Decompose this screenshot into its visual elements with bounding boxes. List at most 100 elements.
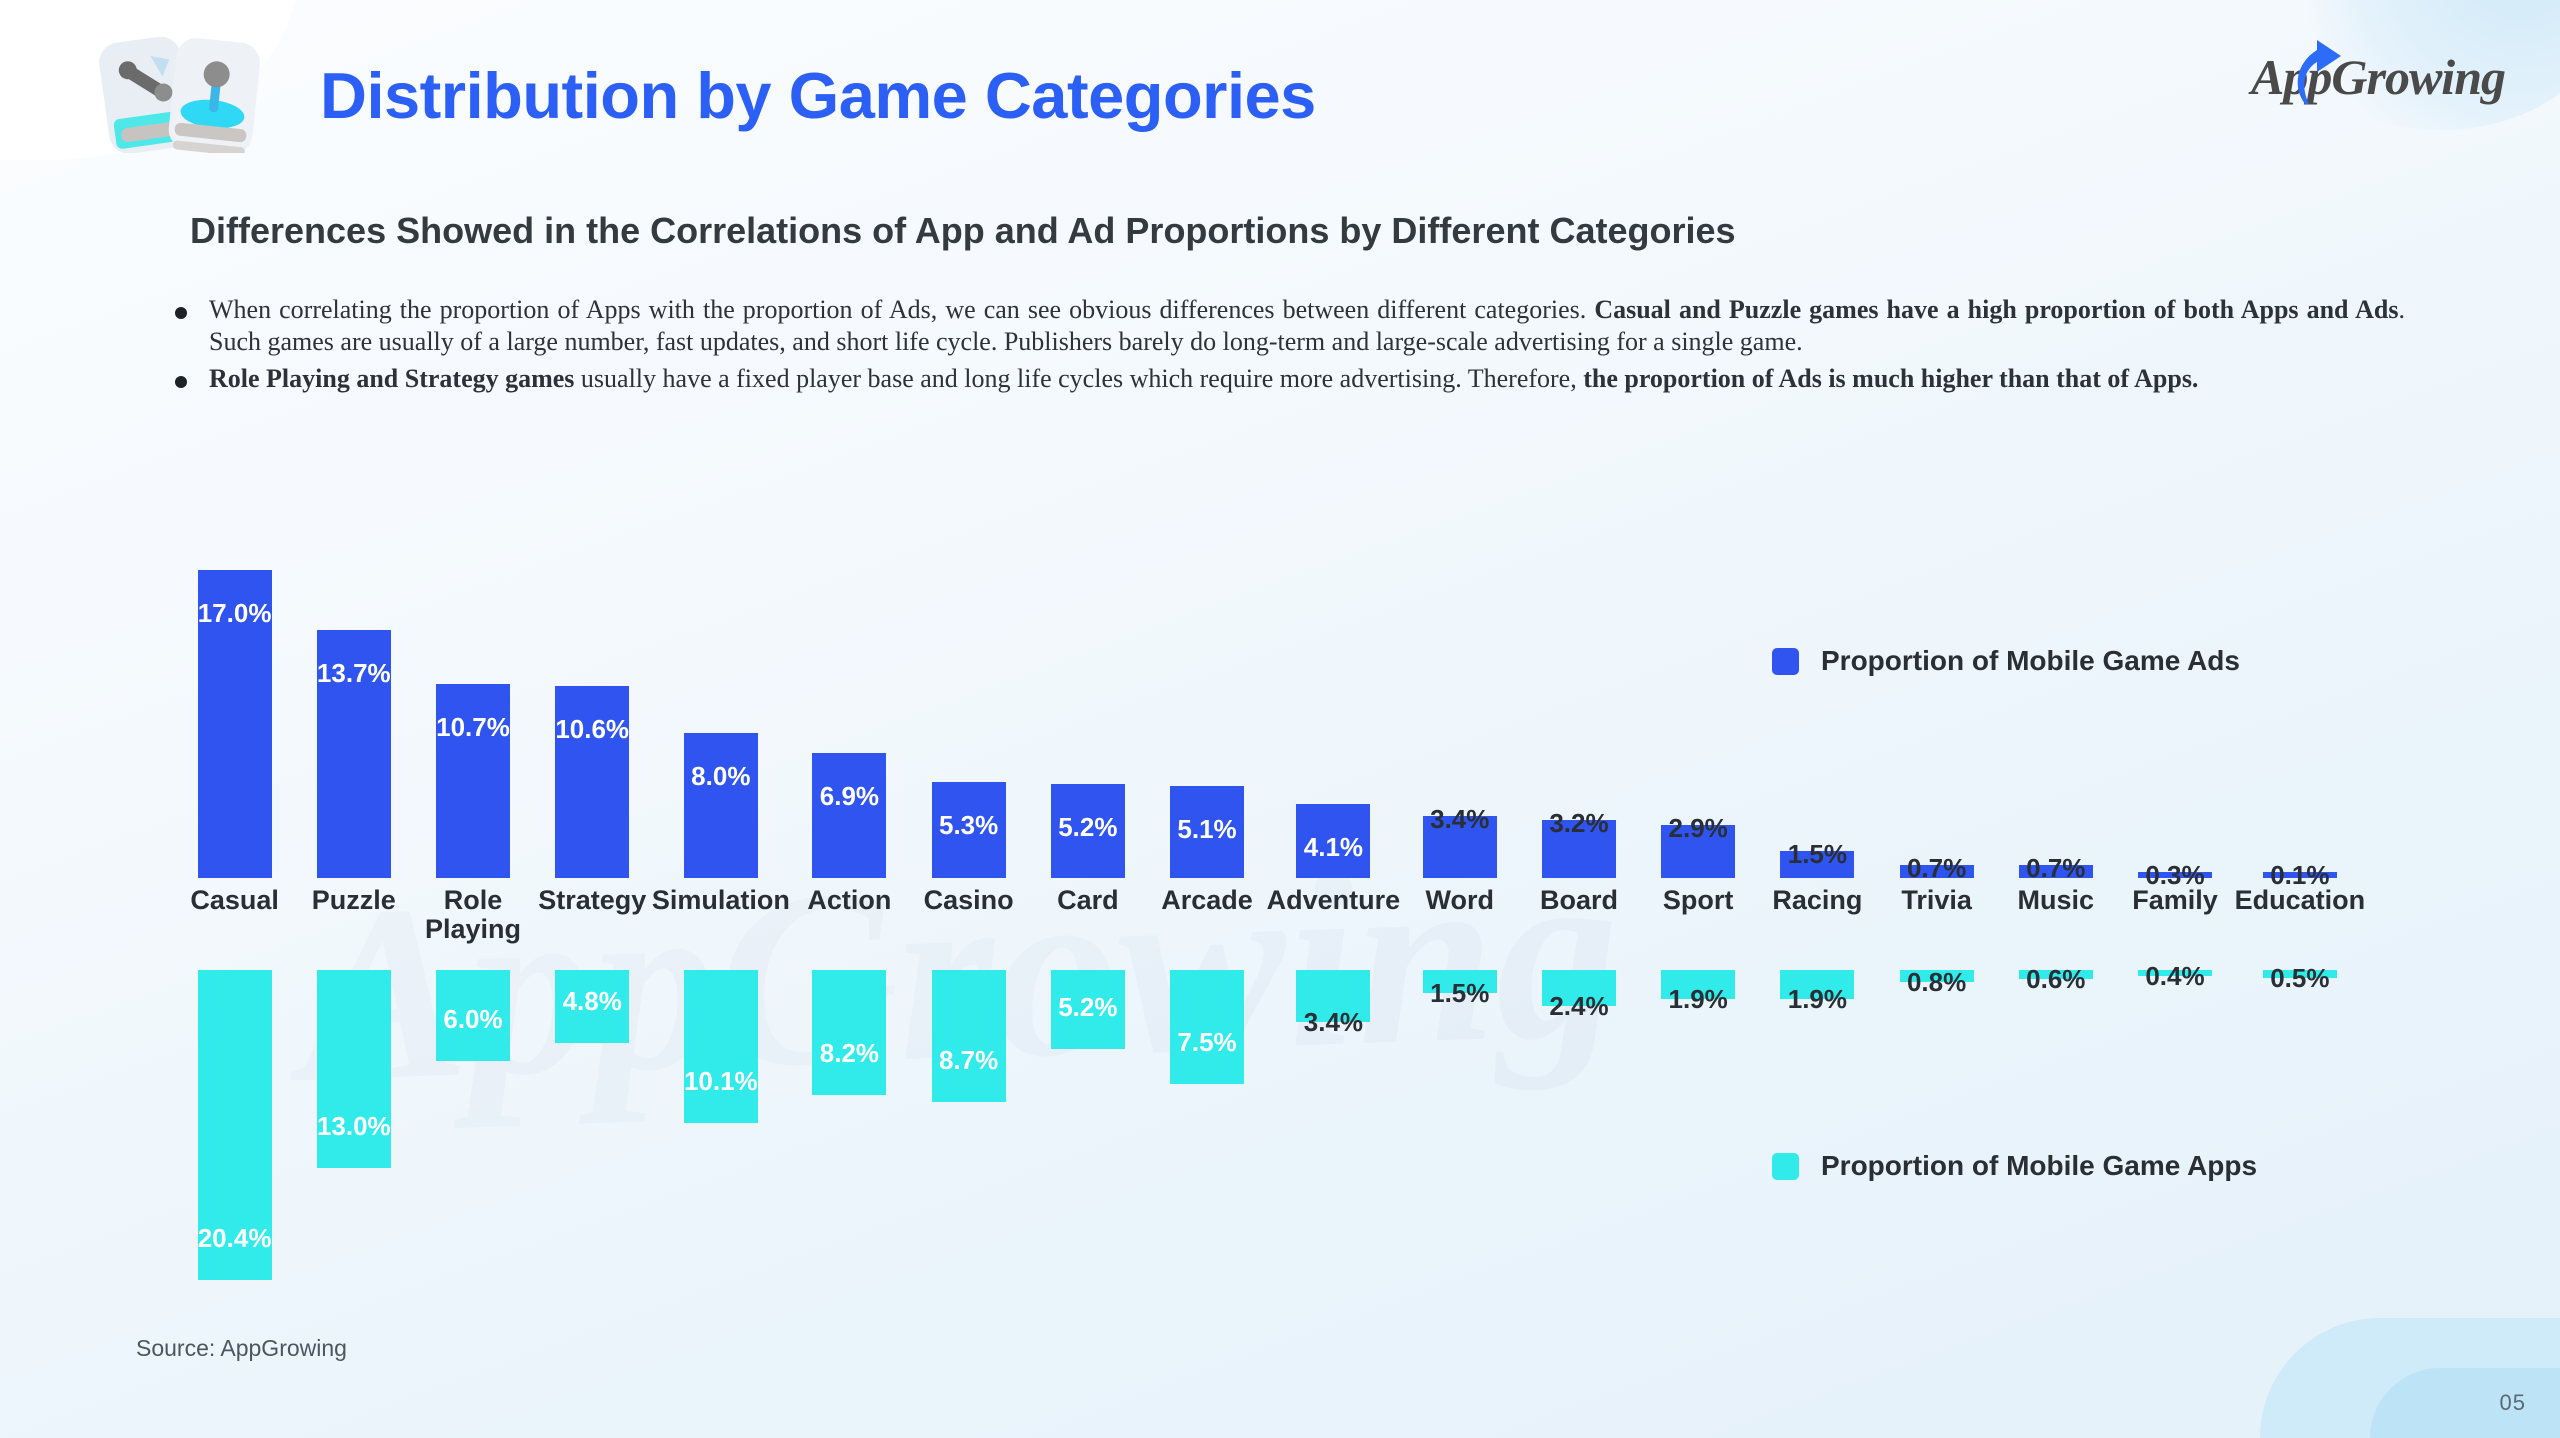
apps-bar[interactable]: 0.8% bbox=[1899, 967, 1974, 997]
ads-bar[interactable]: 10.7% bbox=[436, 684, 510, 878]
apps-bar-zone: 0.8% bbox=[1877, 967, 1996, 1300]
apps-bar-zone: 8.2% bbox=[790, 970, 909, 1300]
apps-bar-zone: 1.5% bbox=[1400, 970, 1519, 1300]
ads-bar-zone: 0.7% bbox=[1996, 560, 2115, 883]
category-label: Trivia bbox=[1901, 885, 1972, 915]
apps-bar[interactable]: 1.9% bbox=[1780, 970, 1855, 1014]
ads-bar[interactable]: 2.9% bbox=[1661, 813, 1736, 878]
category-label: Casual bbox=[190, 885, 279, 915]
ads-bar-zone: 4.1% bbox=[1267, 560, 1401, 878]
chart-column: 5.3% Casino 8.7% bbox=[909, 560, 1028, 1300]
apps-bar[interactable]: 8.2% bbox=[812, 970, 887, 1095]
apps-bar[interactable]: 7.5% bbox=[1170, 970, 1245, 1084]
apps-bar[interactable]: 8.7% bbox=[931, 970, 1006, 1103]
ads-bar[interactable]: 3.2% bbox=[1541, 808, 1616, 878]
ads-bar[interactable]: 5.2% bbox=[1050, 783, 1125, 878]
apps-bar[interactable]: 5.2% bbox=[1050, 970, 1125, 1050]
apps-bar[interactable]: 0.6% bbox=[2018, 964, 2093, 994]
ads-bar[interactable]: 0.7% bbox=[2018, 853, 2093, 883]
ads-bar[interactable]: 0.7% bbox=[1899, 853, 1974, 883]
apps-bar-zone: 1.9% bbox=[1639, 970, 1758, 1300]
ads-bar[interactable]: 3.4% bbox=[1422, 804, 1497, 878]
apps-bar[interactable]: 6.0% bbox=[436, 970, 510, 1062]
legend-label-ads: Proportion of Mobile Game Ads bbox=[1821, 645, 2240, 676]
ads-bar[interactable]: 8.0% bbox=[683, 733, 758, 878]
category-label: Sport bbox=[1662, 885, 1734, 915]
ads-bar[interactable]: 1.5% bbox=[1780, 839, 1855, 878]
apps-bar-value: 0.8% bbox=[1906, 967, 1967, 998]
apps-bar[interactable]: 4.8% bbox=[555, 970, 630, 1043]
apps-bar-zone: 3.4% bbox=[1267, 970, 1401, 1300]
apps-bar-value: 10.1% bbox=[683, 1066, 758, 1097]
apps-bar[interactable]: 13.0% bbox=[316, 970, 391, 1168]
chart-column: 13.7% Puzzle 13.0% bbox=[294, 560, 413, 1300]
apps-bar[interactable]: 0.4% bbox=[2137, 961, 2212, 991]
game-cards-icon bbox=[95, 28, 270, 157]
apps-bar-value: 0.4% bbox=[2145, 961, 2205, 992]
chart-column: 10.6% Strategy 4.8% bbox=[533, 560, 652, 1300]
ads-bar[interactable]: 0.3% bbox=[2137, 860, 2212, 890]
ads-bar[interactable]: 4.1% bbox=[1296, 803, 1371, 878]
ads-bar-zone: 10.7% bbox=[413, 560, 532, 878]
bullet-text: When correlating the proportion of Apps … bbox=[209, 295, 2405, 356]
apps-bar-value: 13.0% bbox=[316, 1110, 391, 1141]
bullet-dot-icon bbox=[175, 307, 187, 319]
bullet-item: Role Playing and Strategy games usually … bbox=[175, 363, 2405, 395]
ads-bar[interactable]: 0.1% bbox=[2262, 860, 2337, 890]
category-label: Card bbox=[1057, 885, 1119, 915]
slide: AppGrowing bbox=[0, 0, 2560, 1438]
category-label: Racing bbox=[1772, 885, 1863, 915]
category-label: Arcade bbox=[1161, 885, 1253, 915]
ads-bar-zone: 13.7% bbox=[294, 560, 413, 878]
chart-column: 5.2% Card 5.2% bbox=[1028, 560, 1147, 1300]
category-label: Board bbox=[1539, 885, 1618, 915]
apps-bar-zone: 13.0% bbox=[294, 970, 413, 1300]
apps-bar[interactable]: 1.9% bbox=[1661, 970, 1736, 1014]
ads-bar[interactable]: 13.7% bbox=[316, 629, 391, 878]
ads-bar-value: 8.0% bbox=[691, 761, 751, 792]
chart-column: 4.1% Adventure 3.4% bbox=[1267, 560, 1401, 1300]
ads-bar-value: 4.1% bbox=[1303, 831, 1364, 862]
apps-bar-zone: 0.5% bbox=[2235, 963, 2366, 1300]
ads-bar-zone: 0.1% bbox=[2235, 560, 2366, 890]
apps-bar-zone: 2.4% bbox=[1519, 970, 1638, 1300]
apps-bar[interactable]: 3.4% bbox=[1296, 970, 1371, 1037]
ads-bar-value: 3.2% bbox=[1549, 808, 1609, 839]
category-label: Family bbox=[2132, 885, 2218, 915]
category-label: Music bbox=[2017, 885, 2095, 915]
legend-item-apps: Proportion of Mobile Game Apps bbox=[1772, 1150, 2257, 1182]
apps-bar[interactable]: 1.5% bbox=[1422, 970, 1497, 1008]
ads-bar-zone: 3.2% bbox=[1519, 560, 1638, 878]
bullet-item: When correlating the proportion of Apps … bbox=[175, 294, 2405, 357]
apps-bar-zone: 10.1% bbox=[652, 970, 790, 1300]
apps-bar-value: 0.6% bbox=[2026, 964, 2086, 995]
apps-bar[interactable]: 2.4% bbox=[1541, 970, 1616, 1021]
legend-label-apps: Proportion of Mobile Game Apps bbox=[1821, 1150, 2258, 1181]
legend-swatch-apps bbox=[1772, 1152, 1799, 1180]
ads-bar[interactable]: 17.0% bbox=[197, 570, 272, 878]
apps-bar-zone: 0.6% bbox=[1996, 964, 2115, 1300]
ads-bar[interactable]: 10.6% bbox=[555, 685, 630, 878]
apps-bar-value: 0.5% bbox=[2270, 962, 2330, 993]
apps-bar[interactable]: 0.5% bbox=[2262, 963, 2337, 993]
category-label: Role Playing bbox=[424, 885, 522, 945]
bullet-dot-icon bbox=[175, 376, 187, 389]
apps-bar-value: 2.4% bbox=[1549, 991, 1609, 1022]
apps-bar-value: 6.0% bbox=[443, 1004, 503, 1035]
ads-bar[interactable]: 6.9% bbox=[812, 753, 887, 878]
ads-bar-value: 13.7% bbox=[316, 657, 391, 688]
ads-bar[interactable]: 5.1% bbox=[1170, 785, 1245, 878]
apps-bar-zone: 5.2% bbox=[1028, 970, 1147, 1300]
ads-bar[interactable]: 5.3% bbox=[931, 781, 1006, 878]
apps-bar-zone: 20.4% bbox=[175, 970, 294, 1300]
chart-column: 6.9% Action 8.2% bbox=[790, 560, 909, 1300]
ads-bar-value: 0.7% bbox=[2026, 853, 2086, 884]
chart-column: 10.7% Role Playing 6.0% bbox=[413, 560, 532, 1300]
bullet-text: Role Playing and Strategy games usually … bbox=[209, 364, 2199, 394]
apps-bar-zone: 1.9% bbox=[1758, 970, 1877, 1300]
category-label: Education bbox=[2234, 885, 2366, 915]
apps-bar[interactable]: 10.1% bbox=[683, 970, 758, 1124]
ads-bar-value: 10.7% bbox=[436, 712, 510, 743]
ads-bar-zone: 17.0% bbox=[175, 560, 294, 878]
apps-bar[interactable]: 20.4% bbox=[197, 970, 272, 1280]
